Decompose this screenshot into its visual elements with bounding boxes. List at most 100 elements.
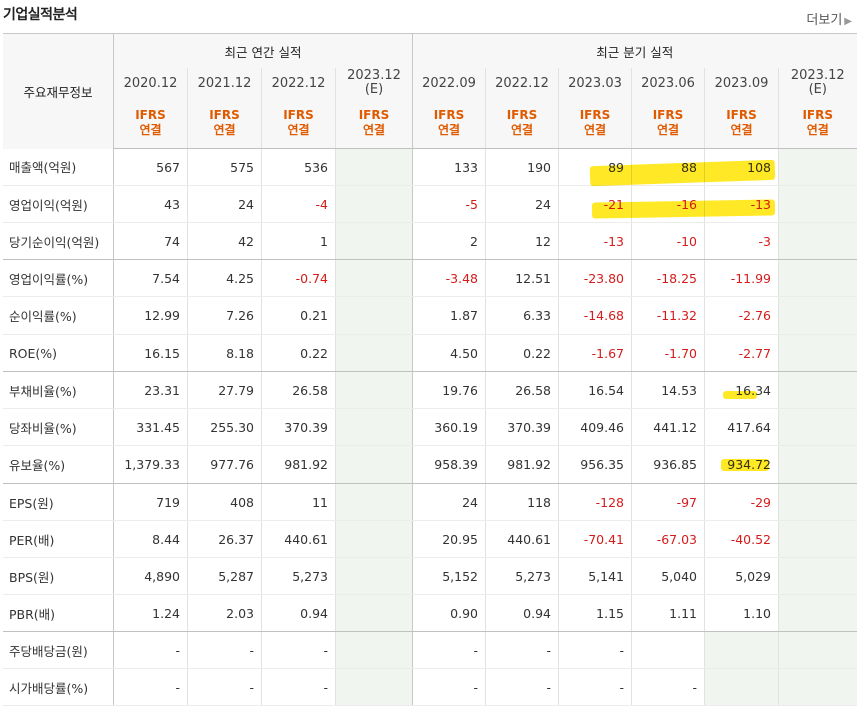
estimate-period-header: 2023.12 (E) bbox=[778, 68, 857, 98]
table-cell: 1,379.33 bbox=[113, 445, 188, 484]
table-cell bbox=[335, 334, 413, 372]
table-cell: - bbox=[113, 631, 188, 669]
table-cell: 0.22 bbox=[261, 334, 336, 372]
table-cell: 1.10 bbox=[704, 594, 779, 632]
basis-header: IFRS 연결 bbox=[558, 98, 632, 149]
table-cell: 11 bbox=[261, 483, 336, 521]
table-cell bbox=[335, 148, 413, 186]
table-cell: 956.35 bbox=[558, 445, 632, 484]
table-cell: -18.25 bbox=[631, 259, 705, 297]
estimate-period-header: 2023.12 (E) bbox=[335, 68, 413, 98]
table-cell: 20.95 bbox=[412, 520, 486, 558]
table-cell: 6.33 bbox=[485, 296, 559, 335]
basis-header: IFRS 연결 bbox=[704, 98, 779, 149]
table-cell bbox=[778, 408, 857, 446]
row-label: 당기순이익(억원) bbox=[3, 222, 114, 260]
table-row: 주당배당금(원) - - - - - - bbox=[3, 631, 857, 669]
table-cell: -23.80 bbox=[558, 259, 632, 297]
table-cell: 133 bbox=[412, 148, 486, 186]
more-link[interactable]: 더보기 ▶ bbox=[806, 9, 852, 28]
table-cell bbox=[335, 483, 413, 521]
table-cell: -13 bbox=[558, 222, 632, 260]
table-cell: - bbox=[113, 668, 188, 706]
table-cell: 16.54 bbox=[558, 371, 632, 409]
table-cell: 5,287 bbox=[187, 557, 262, 595]
period-header: 2021.12 bbox=[187, 68, 262, 98]
period-header: 2023.03 bbox=[558, 68, 632, 98]
table-cell bbox=[704, 631, 779, 669]
table-cell: 4,890 bbox=[113, 557, 188, 595]
table-cell: -128 bbox=[558, 483, 632, 521]
table-cell bbox=[335, 520, 413, 558]
table-cell: 24 bbox=[485, 185, 559, 223]
basis-header: IFRS 연결 bbox=[113, 98, 188, 149]
label-column-header: 주요재무정보 bbox=[3, 33, 114, 149]
table-cell: 26.37 bbox=[187, 520, 262, 558]
table-cell: 417.64 bbox=[704, 408, 779, 446]
table-cell: 536 bbox=[261, 148, 336, 186]
table-cell: 24 bbox=[412, 483, 486, 521]
financial-table: 주요재무정보 최근 연간 실적 최근 분기 실적 2020.12 2021.12… bbox=[3, 33, 857, 706]
table-cell bbox=[335, 185, 413, 223]
table-cell: 43 bbox=[113, 185, 188, 223]
table-cell: 440.61 bbox=[261, 520, 336, 558]
table-cell: - bbox=[187, 668, 262, 706]
table-cell: - bbox=[631, 668, 705, 706]
table-cell: 1 bbox=[261, 222, 336, 260]
table-cell: 0.22 bbox=[485, 334, 559, 372]
table-cell: 12.51 bbox=[485, 259, 559, 297]
table-cell bbox=[631, 631, 705, 669]
table-cell: 23.31 bbox=[113, 371, 188, 409]
row-label: 순이익률(%) bbox=[3, 296, 114, 335]
table-cell: - bbox=[558, 631, 632, 669]
row-label: 부채비율(%) bbox=[3, 371, 114, 409]
highlight-mark bbox=[721, 459, 769, 471]
row-label: PBR(배) bbox=[3, 594, 114, 632]
table-cell: -67.03 bbox=[631, 520, 705, 558]
period-header: 2022.09 bbox=[412, 68, 486, 98]
row-label: BPS(원) bbox=[3, 557, 114, 595]
table-cell: 331.45 bbox=[113, 408, 188, 446]
basis-header: IFRS 연결 bbox=[187, 98, 262, 149]
table-cell: -70.41 bbox=[558, 520, 632, 558]
table-cell: 1.11 bbox=[631, 594, 705, 632]
table-cell: 409.46 bbox=[558, 408, 632, 446]
table-cell: - bbox=[485, 668, 559, 706]
table-cell: 4.25 bbox=[187, 259, 262, 297]
table-cell bbox=[335, 445, 413, 484]
table-cell: -4 bbox=[261, 185, 336, 223]
table-cell: 26.58 bbox=[261, 371, 336, 409]
table-cell: - bbox=[187, 631, 262, 669]
highlight-mark bbox=[591, 199, 776, 219]
table-cell bbox=[335, 557, 413, 595]
table-cell bbox=[778, 631, 857, 669]
quarter-header: 최근 분기 실적 bbox=[412, 33, 857, 68]
table-cell bbox=[778, 148, 857, 186]
table-cell: 42 bbox=[187, 222, 262, 260]
row-label: 영업이익(억원) bbox=[3, 185, 114, 223]
table-cell: 441.12 bbox=[631, 408, 705, 446]
table-cell: - bbox=[485, 631, 559, 669]
table-cell: 12.99 bbox=[113, 296, 188, 335]
table-cell: - bbox=[558, 668, 632, 706]
table-cell bbox=[335, 594, 413, 632]
table-cell: 5,029 bbox=[704, 557, 779, 595]
table-cell: 719 bbox=[113, 483, 188, 521]
table-cell bbox=[778, 334, 857, 372]
table-cell: -11.32 bbox=[631, 296, 705, 335]
period-header: 2023.09 bbox=[704, 68, 779, 98]
period-header: 2023.06 bbox=[631, 68, 705, 98]
table-cell: - bbox=[261, 631, 336, 669]
table-cell bbox=[778, 259, 857, 297]
table-cell: 0.94 bbox=[485, 594, 559, 632]
table-cell: -97 bbox=[631, 483, 705, 521]
basis-header: IFRS 연결 bbox=[261, 98, 336, 149]
table-cell: 936.85 bbox=[631, 445, 705, 484]
table-cell: 5,040 bbox=[631, 557, 705, 595]
table-cell: 370.39 bbox=[485, 408, 559, 446]
highlight-mark bbox=[723, 391, 757, 399]
table-cell: 74 bbox=[113, 222, 188, 260]
table-row: PER(배) 8.44 26.37 440.61 20.95 440.61 -70.41 -6… bbox=[3, 520, 857, 558]
table-cell: 977.76 bbox=[187, 445, 262, 484]
table-cell: -11.99 bbox=[704, 259, 779, 297]
